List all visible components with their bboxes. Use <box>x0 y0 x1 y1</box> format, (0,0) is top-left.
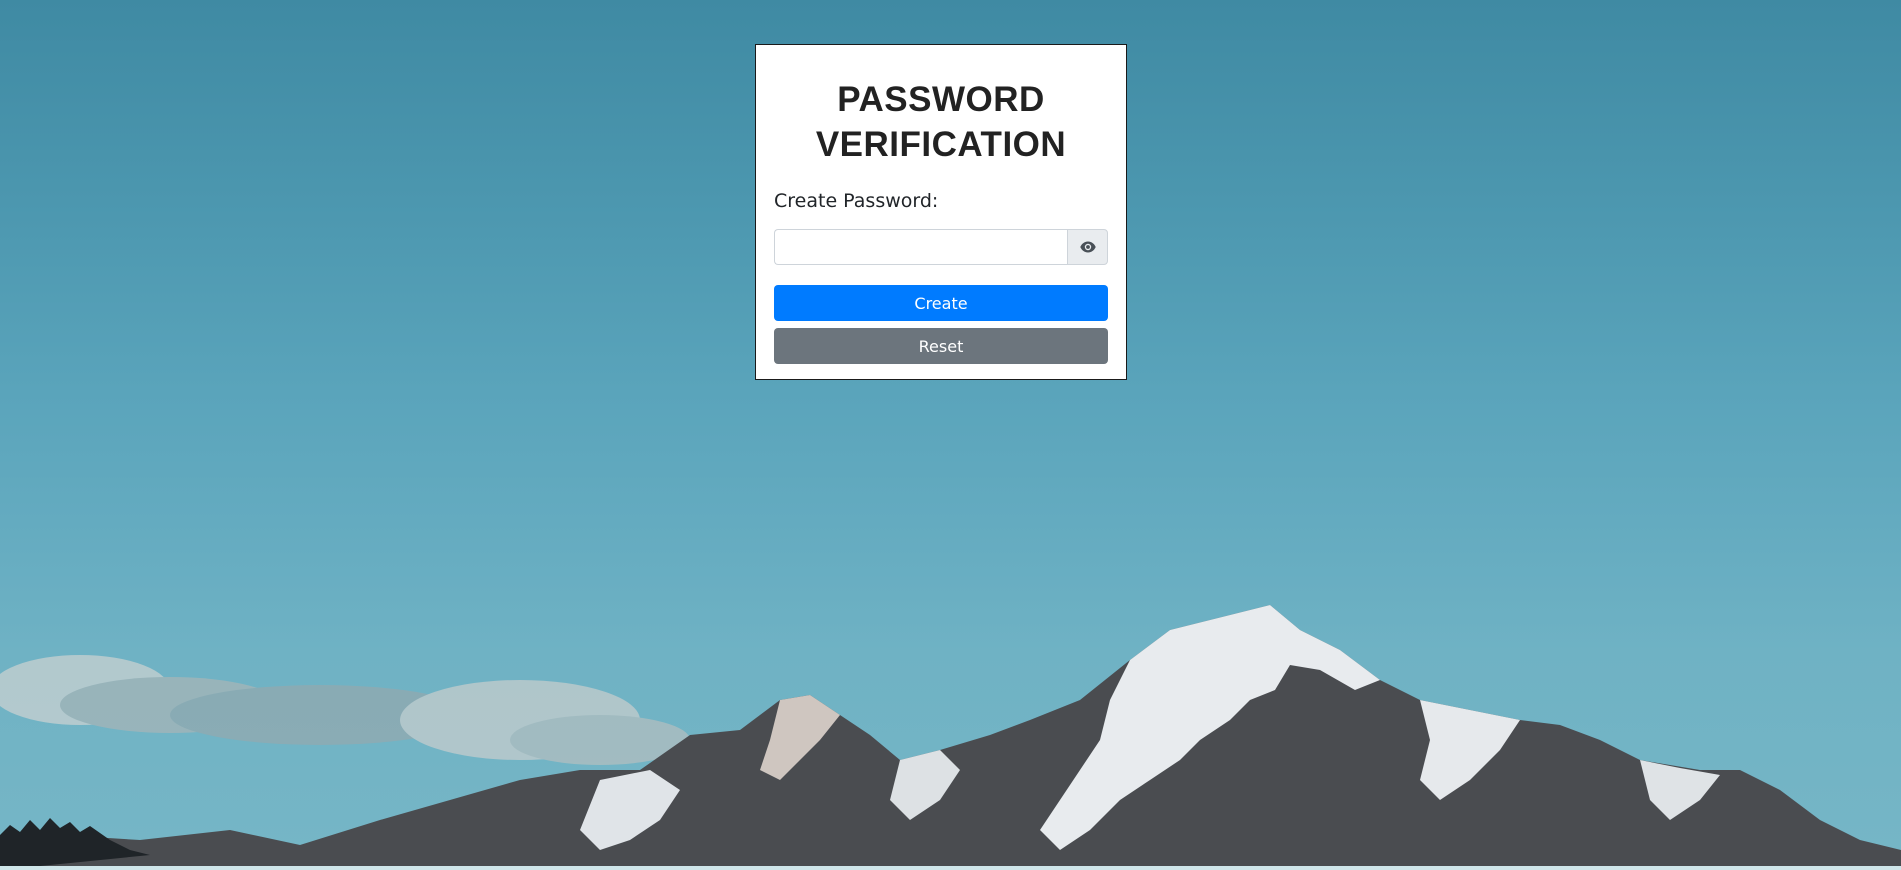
title-line-1: PASSWORD <box>837 80 1045 119</box>
toggle-visibility-button[interactable] <box>1067 229 1108 265</box>
password-card: PASSWORD VERIFICATION Create Password: C… <box>755 44 1127 380</box>
title-line-2: VERIFICATION <box>815 125 1067 164</box>
create-password-label: Create Password: <box>774 190 939 212</box>
eye-icon <box>1079 241 1096 253</box>
page-title: PASSWORD VERIFICATION <box>774 77 1108 167</box>
password-input[interactable] <box>774 229 1067 265</box>
password-input-group <box>774 229 1108 265</box>
create-button[interactable]: Create <box>774 285 1108 321</box>
bottom-strip <box>0 866 1901 870</box>
reset-button[interactable]: Reset <box>774 328 1108 364</box>
